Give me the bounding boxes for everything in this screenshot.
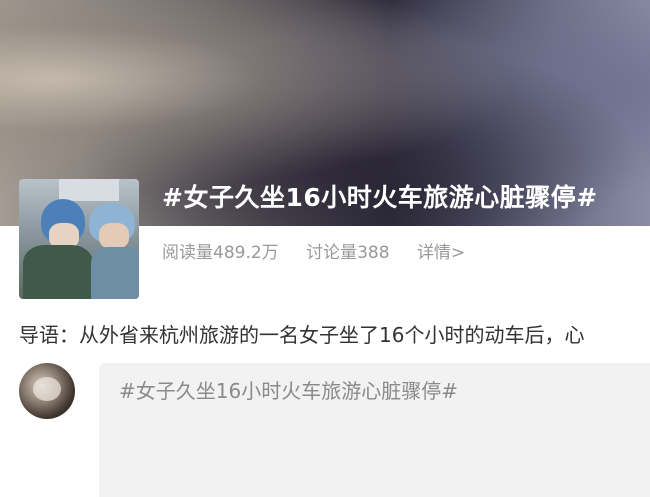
topic-cover-image[interactable] (19, 179, 139, 299)
discussion-count: 讨论量388 (306, 243, 390, 263)
details-link[interactable]: 详情> (417, 243, 465, 263)
topic-intro: 导语：从外省来杭州旅游的一名女子坐了16个小时的动车后，心 (19, 323, 585, 347)
compose-prefill-text: #女子久坐16小时火车旅游心脏骤停# (119, 379, 458, 403)
topic-page: #女子久坐16小时火车旅游心脏骤停# 阅读量489.2万 讨论量388 详情> … (0, 0, 650, 497)
user-avatar[interactable] (19, 363, 75, 419)
topic-stats: 阅读量489.2万 讨论量388 详情> (162, 238, 487, 263)
post-compose-box[interactable]: #女子久坐16小时火车旅游心脏骤停# (99, 363, 650, 497)
read-count: 阅读量489.2万 (162, 243, 279, 263)
topic-title: #女子久坐16小时火车旅游心脏骤停# (162, 183, 598, 212)
